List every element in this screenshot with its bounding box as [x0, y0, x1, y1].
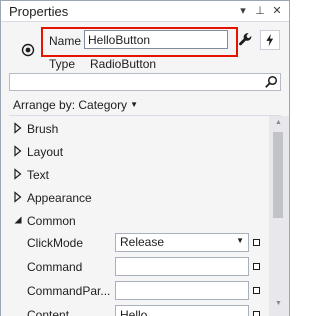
category-label: Layout [27, 145, 64, 159]
category-common[interactable]: Common [1, 209, 269, 231]
property-label: ClickMode [27, 236, 84, 250]
type-label: Type [49, 57, 76, 71]
category-appearance[interactable]: Appearance [1, 186, 269, 208]
category-label: Brush [27, 122, 59, 136]
select-value: Release [120, 235, 165, 249]
advanced-options-marker[interactable] [253, 311, 260, 316]
scroll-up-icon[interactable]: ▲ [275, 119, 282, 126]
arrange-by-dropdown[interactable]: Arrange by: Category ▼ [13, 98, 138, 112]
radio-button-icon [21, 43, 35, 57]
name-input[interactable] [84, 30, 228, 49]
category-layout[interactable]: Layout [1, 140, 269, 162]
window-options-dropdown-icon[interactable]: ▾ [235, 3, 251, 19]
commandparameter-input[interactable] [115, 281, 249, 300]
type-value: RadioButton [90, 57, 157, 71]
lightning-icon[interactable] [260, 30, 280, 50]
property-row-commandparameter: CommandPar... [1, 279, 269, 303]
search-icon[interactable] [264, 75, 278, 89]
pin-icon[interactable]: ⊥ [252, 3, 268, 19]
chevron-down-icon: ▼ [130, 100, 138, 109]
command-input[interactable] [115, 257, 249, 276]
property-label: Command [27, 260, 83, 274]
advanced-options-marker[interactable] [253, 239, 260, 246]
category-brush[interactable]: Brush [1, 117, 269, 139]
name-label: Name [49, 34, 82, 48]
content-input[interactable] [115, 305, 249, 316]
title-bar: Properties ▾ ⊥ ✕ [1, 1, 289, 22]
clickmode-select[interactable]: Release ▼ [115, 233, 249, 252]
property-row-content: Content [1, 303, 269, 316]
category-text[interactable]: Text [1, 163, 269, 185]
property-row-clickmode: ClickMode Release ▼ [1, 231, 269, 255]
wrench-icon[interactable] [236, 30, 256, 50]
collapse-arrow-icon[interactable] [13, 214, 23, 226]
property-row-command: Command [1, 255, 269, 279]
category-label: Appearance [27, 191, 92, 205]
expand-arrow-icon[interactable] [13, 168, 23, 180]
category-label: Text [27, 168, 50, 182]
properties-window: Properties ▾ ⊥ ✕ Name Type RadioButton A… [0, 0, 290, 316]
scrollbar-thumb[interactable] [273, 132, 283, 218]
vertical-scrollbar[interactable]: ▲ ▼ [269, 116, 289, 316]
expand-arrow-icon[interactable] [13, 145, 23, 157]
category-label: Common [27, 214, 76, 228]
search-input[interactable] [9, 73, 281, 91]
expand-arrow-icon[interactable] [13, 191, 23, 203]
advanced-options-marker[interactable] [253, 263, 260, 270]
property-label: Content [27, 308, 70, 316]
property-label: CommandPar... [27, 284, 111, 298]
arrange-by-label: Arrange by: Category [13, 98, 128, 112]
advanced-options-marker[interactable] [253, 287, 260, 294]
close-icon[interactable]: ✕ [269, 3, 285, 19]
window-title: Properties [9, 4, 69, 19]
expand-arrow-icon[interactable] [13, 122, 23, 134]
property-grid: Brush Layout Text Appearance Common Clic… [1, 116, 269, 316]
chevron-down-icon[interactable]: ▼ [236, 236, 244, 245]
scroll-down-icon[interactable]: ▼ [275, 300, 282, 307]
